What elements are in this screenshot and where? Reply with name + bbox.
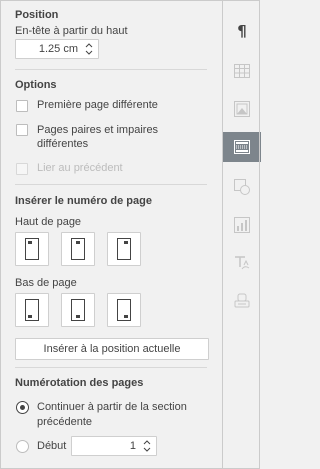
settings-sidebar: ¶ — [222, 0, 261, 469]
start-at-value: 1 — [129, 440, 136, 452]
top-right-position-button[interactable] — [107, 232, 141, 266]
page-top-left-icon — [25, 238, 39, 260]
table-settings-tab[interactable] — [223, 56, 261, 86]
options-heading: Options — [15, 79, 57, 91]
text-art-settings-icon — [235, 256, 250, 270]
odd-even-label-line2: différentes — [37, 138, 89, 150]
text-art-settings-tab[interactable] — [223, 248, 261, 278]
header-from-top-value: 1.25 cm — [38, 43, 78, 55]
start-at-label: Début — [37, 440, 67, 452]
insert-at-current-position-button[interactable]: Insérer à la position actuelle — [15, 338, 209, 360]
header-from-top-spinner[interactable]: 1.25 cm — [15, 39, 99, 59]
top-left-position-button[interactable] — [15, 232, 49, 266]
signature-settings-icon — [234, 293, 250, 308]
continue-numbering-radio[interactable] — [16, 401, 29, 414]
separator — [15, 367, 207, 368]
separator — [15, 184, 207, 185]
page-top-center-icon — [71, 238, 85, 260]
continue-label-line2: précédente — [37, 416, 93, 428]
signature-settings-tab[interactable] — [223, 286, 261, 316]
start-at-radio[interactable] — [16, 440, 29, 453]
bottom-of-page-label: Bas de page — [15, 277, 77, 289]
header-footer-settings-icon — [234, 140, 250, 154]
image-settings-icon — [234, 101, 250, 117]
shape-settings-icon — [234, 179, 250, 195]
odd-even-checkbox[interactable] — [16, 124, 28, 136]
spinner-arrows-icon[interactable] — [142, 438, 152, 454]
page-bottom-right-icon — [117, 299, 131, 321]
header-from-top-label: En-tête à partir du haut — [15, 25, 128, 37]
page-bottom-left-icon — [25, 299, 39, 321]
page-top-right-icon — [117, 238, 131, 260]
paragraph-icon: ¶ — [237, 22, 247, 40]
table-settings-icon — [234, 64, 250, 78]
insert-page-number-heading: Insérer le numéro de page — [15, 195, 152, 207]
chart-settings-tab[interactable] — [223, 210, 261, 240]
continue-label-line1: Continuer à partir de la section — [37, 401, 187, 413]
spinner-arrows-icon[interactable] — [84, 41, 94, 57]
chart-settings-icon — [234, 217, 250, 233]
link-previous-checkbox[interactable] — [16, 163, 28, 175]
page-numbering-heading: Numérotation des pages — [15, 377, 144, 389]
bottom-center-position-button[interactable] — [61, 293, 95, 327]
odd-even-label-line1: Pages paires et impaires — [37, 124, 159, 136]
top-of-page-label: Haut de page — [15, 216, 82, 228]
first-page-checkbox[interactable] — [16, 100, 28, 112]
top-center-position-button[interactable] — [61, 232, 95, 266]
separator — [15, 69, 207, 70]
header-footer-settings-panel: Position En-tête à partir du haut 1.25 c… — [0, 0, 222, 469]
shape-settings-tab[interactable] — [223, 172, 261, 202]
link-previous-label: Lier au précédent — [37, 162, 123, 174]
image-settings-tab[interactable] — [223, 94, 261, 124]
bottom-left-position-button[interactable] — [15, 293, 49, 327]
header-footer-settings-tab[interactable] — [223, 132, 261, 162]
paragraph-settings-tab[interactable]: ¶ — [223, 16, 261, 46]
first-page-label: Première page différente — [37, 99, 158, 111]
position-heading: Position — [15, 9, 59, 21]
start-at-spinner[interactable]: 1 — [71, 436, 157, 456]
page-bottom-center-icon — [71, 299, 85, 321]
bottom-right-position-button[interactable] — [107, 293, 141, 327]
